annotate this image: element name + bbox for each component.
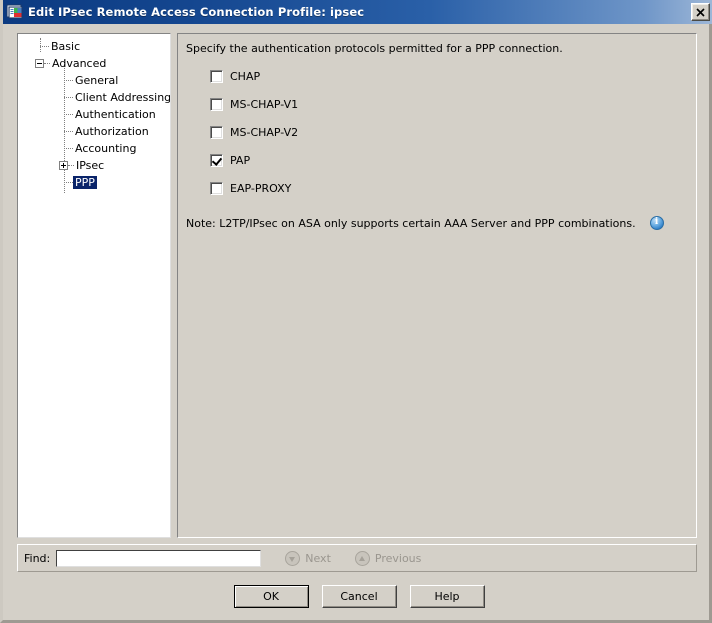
find-label: Find: <box>24 551 51 565</box>
tree-item-label: Authorization <box>75 125 149 138</box>
dialog-window: Edit IPsec Remote Access Connection Prof… <box>0 0 712 623</box>
checkbox-label: CHAP <box>230 69 261 83</box>
tree-item-label: Advanced <box>52 57 107 70</box>
checkbox-ms-chap-v1[interactable] <box>210 97 223 111</box>
content-panel: Specify the authentication protocols per… <box>177 33 697 538</box>
tree-connector <box>64 96 73 99</box>
find-previous-button[interactable]: Previous <box>354 550 422 566</box>
tree-connector <box>40 45 49 48</box>
tree-item-accounting[interactable]: Accounting <box>18 140 170 157</box>
window-title: Edit IPsec Remote Access Connection Prof… <box>28 5 365 19</box>
tree-connector <box>64 130 73 133</box>
tree-connector <box>64 147 73 150</box>
tree-connector <box>64 181 73 184</box>
tree-item-label: General <box>75 74 119 87</box>
content-heading: Specify the authentication protocols per… <box>186 42 563 55</box>
tree-item-basic[interactable]: Basic <box>18 38 170 55</box>
checkbox-ms-chap-v2[interactable] <box>210 125 223 139</box>
arrow-up-circle-icon <box>354 550 370 566</box>
help-button[interactable]: Help <box>409 585 485 608</box>
navigation-tree[interactable]: Basic Advanced General Client Addressing <box>17 33 171 538</box>
title-bar: Edit IPsec Remote Access Connection Prof… <box>3 0 712 24</box>
note-row: Note: L2TP/IPsec on ASA only supports ce… <box>186 216 664 230</box>
checkbox-row-eap-proxy[interactable]: EAP-PROXY <box>210 174 298 202</box>
tree-item-label: Client Addressing <box>75 91 171 104</box>
client-area: Basic Advanced General Client Addressing <box>6 24 712 620</box>
checkbox-row-pap[interactable]: PAP <box>210 146 298 174</box>
checkbox-label: MS-CHAP-V1 <box>230 97 299 111</box>
find-bar: Find: Next Previous <box>17 544 697 572</box>
tree-item-ppp[interactable]: PPP <box>18 174 170 191</box>
application-window-icon <box>6 4 24 20</box>
checkbox-pap[interactable] <box>210 153 223 167</box>
checkbox-row-ms-chap-v2[interactable]: MS-CHAP-V2 <box>210 118 298 146</box>
info-icon[interactable] <box>649 216 664 230</box>
checkbox-label: PAP <box>230 153 251 167</box>
checkbox-chap[interactable] <box>210 69 223 83</box>
tree-item-authorization[interactable]: Authorization <box>18 123 170 140</box>
tree-item-label: PPP <box>73 176 97 189</box>
tree-inner: Basic Advanced General Client Addressing <box>18 34 170 193</box>
tree-item-general[interactable]: General <box>18 72 170 89</box>
note-text: Note: L2TP/IPsec on ASA only supports ce… <box>186 216 636 230</box>
tree-item-authentication[interactable]: Authentication <box>18 106 170 123</box>
tree-connector <box>64 113 73 116</box>
tree-connector <box>64 79 73 82</box>
find-input[interactable] <box>56 549 262 567</box>
tree-item-advanced[interactable]: Advanced <box>18 55 170 72</box>
find-next-button[interactable]: Next <box>285 550 331 566</box>
ok-button[interactable]: OK <box>233 585 309 608</box>
find-previous-label: Previous <box>374 551 422 565</box>
tree-item-label: Basic <box>51 40 81 53</box>
authentication-protocol-list: CHAP MS-CHAP-V1 MS-CHAP-V2 PAP EAP-PROXY <box>210 62 298 202</box>
cancel-button[interactable]: Cancel <box>321 585 397 608</box>
arrow-down-circle-icon <box>285 550 301 566</box>
checkbox-row-ms-chap-v1[interactable]: MS-CHAP-V1 <box>210 90 298 118</box>
find-next-label: Next <box>305 551 331 565</box>
close-icon[interactable] <box>691 3 710 21</box>
expander-plus-icon[interactable] <box>59 161 68 170</box>
dialog-button-row: OK Cancel Help <box>6 585 712 608</box>
tree-item-label: Authentication <box>75 108 156 121</box>
expander-minus-icon[interactable] <box>35 59 44 68</box>
checkbox-label: MS-CHAP-V2 <box>230 125 299 139</box>
tree-item-ipsec[interactable]: IPsec <box>18 157 170 174</box>
checkbox-eap-proxy[interactable] <box>210 181 223 195</box>
tree-item-client-addressing[interactable]: Client Addressing <box>18 89 170 106</box>
tree-item-label: Accounting <box>75 142 137 155</box>
checkbox-label: EAP-PROXY <box>230 181 292 195</box>
checkbox-row-chap[interactable]: CHAP <box>210 62 298 90</box>
tree-item-label: IPsec <box>76 159 105 172</box>
